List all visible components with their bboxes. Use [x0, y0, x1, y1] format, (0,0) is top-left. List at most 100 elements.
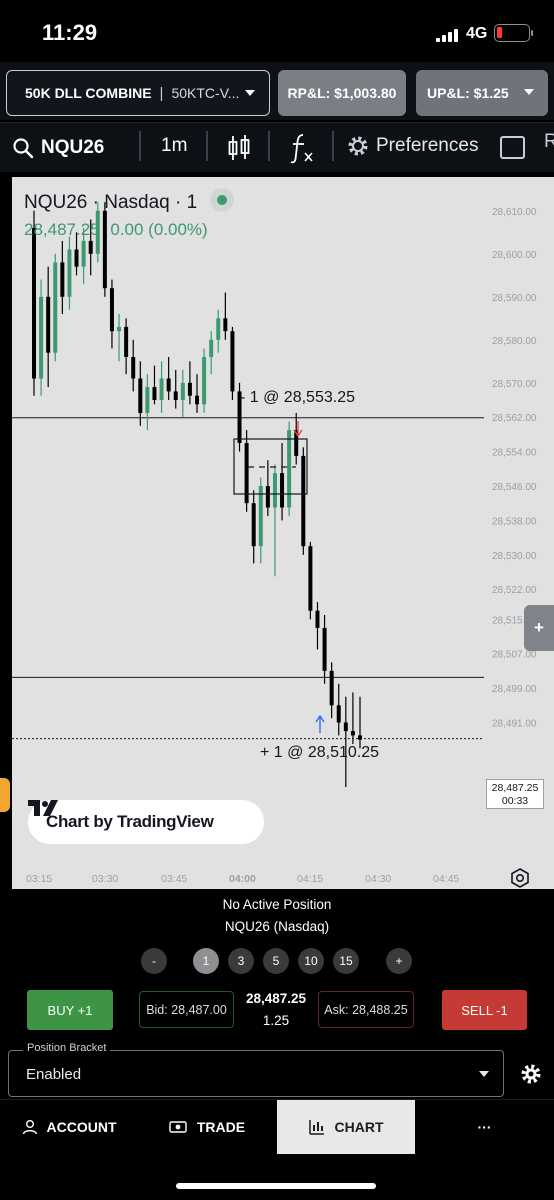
- position-bracket-select[interactable]: Position Bracket Enabled: [8, 1042, 504, 1097]
- price-axis-label: 28,546.00: [492, 482, 537, 493]
- quantity-10-button[interactable]: 10: [298, 948, 324, 974]
- candle-body: [258, 486, 263, 547]
- candle-body: [60, 262, 65, 297]
- candle-body: [180, 382, 185, 400]
- chart-toolbar: NQU26 1m Preferences R: [0, 122, 554, 172]
- indicators-icon[interactable]: [289, 132, 315, 164]
- legend-quote: 28,487.25 0.00 (0.00%): [24, 220, 208, 240]
- candle-body: [322, 627, 327, 671]
- price-axis-label: 28,491.00: [492, 719, 537, 730]
- candle-body: [187, 382, 192, 396]
- quantity-3-button[interactable]: 3: [228, 948, 254, 974]
- time-axis-label: 04:45: [433, 873, 459, 885]
- price-axis-label: 28,590.00: [492, 293, 537, 304]
- nav-trade-label: TRADE: [196, 1119, 246, 1135]
- nav-account-label: ACCOUNT: [46, 1119, 117, 1135]
- quantity-decrease-button[interactable]: -: [141, 948, 167, 974]
- toolbar-checkbox[interactable]: [500, 136, 525, 159]
- account-selector[interactable]: 50K DLL COMBINE | 50KTC-V...: [6, 70, 270, 116]
- quantity-5-button[interactable]: 5: [263, 948, 289, 974]
- quantity-1-button[interactable]: 1: [193, 948, 219, 974]
- nav-trade[interactable]: TRADE: [138, 1100, 276, 1154]
- quantity-15-button[interactable]: 15: [333, 948, 359, 974]
- nav-chart[interactable]: CHART: [277, 1100, 415, 1154]
- bid-price-button[interactable]: Bid: 28,487.00: [139, 991, 234, 1028]
- candle-body: [88, 240, 93, 254]
- user-icon: [22, 1120, 37, 1135]
- price-axis-label: 28,570.00: [492, 379, 537, 390]
- chart-settings-icon[interactable]: [509, 867, 531, 889]
- candle-body: [358, 735, 362, 740]
- candle-body: [216, 318, 221, 340]
- chart-scroll-handle[interactable]: [0, 778, 10, 812]
- preferences-label: Preferences: [376, 135, 479, 156]
- nav-account[interactable]: ACCOUNT: [0, 1100, 138, 1154]
- candle-body: [195, 395, 199, 405]
- price-axis-label: 28,538.00: [492, 516, 537, 527]
- time-axis-label: 03:15: [26, 873, 52, 885]
- candle-body: [265, 486, 270, 508]
- candle-body: [329, 670, 334, 706]
- candle-body: [32, 228, 36, 379]
- status-bar: 11:29 4G: [0, 0, 554, 62]
- position-bracket-value: Enabled: [26, 1066, 82, 1083]
- price-axis-label: 28,610.00: [492, 207, 537, 218]
- bar-countdown: 00:33: [501, 795, 529, 807]
- spread-value: 1.25: [262, 1013, 290, 1028]
- sell-button[interactable]: SELL -1: [442, 990, 527, 1030]
- candle-body: [350, 731, 355, 736]
- status-dot-icon: [209, 188, 234, 212]
- caret-down-icon: [524, 89, 534, 95]
- candle-body: [131, 357, 136, 379]
- chart-expand-button[interactable]: +: [524, 605, 554, 651]
- cash-icon: [169, 1121, 187, 1133]
- gear-icon: [348, 136, 368, 156]
- chart-bars-icon: [308, 1120, 324, 1135]
- candle-body: [166, 378, 171, 392]
- buy-order-label[interactable]: + 1 @ 28,510.25: [260, 744, 379, 762]
- sell-order-label[interactable]: - 1 @ 28,553.25: [240, 389, 355, 407]
- tradingview-logo-icon: [28, 800, 58, 816]
- symbol-search[interactable]: NQU26: [12, 133, 104, 163]
- price-axis-label: 28,562.00: [492, 413, 537, 424]
- price-axis-label: 28,580.00: [492, 336, 537, 347]
- candle-body: [53, 262, 58, 353]
- chart-canvas[interactable]: 28,620.0028,610.0028,600.0028,590.0028,5…: [12, 177, 554, 889]
- position-bracket-label: Position Bracket: [23, 1042, 111, 1054]
- tradingview-watermark[interactable]: Chart by TradingView: [28, 800, 264, 844]
- price-axis-label: 28,554.00: [492, 448, 537, 459]
- candle-body: [230, 331, 235, 392]
- price-chart[interactable]: 28,620.0028,610.0028,600.0028,590.0028,5…: [12, 177, 554, 889]
- candle-body: [301, 455, 306, 547]
- interval-button[interactable]: 1m: [161, 135, 187, 157]
- candle-body: [81, 240, 86, 267]
- time-axis-label: 04:30: [365, 873, 391, 885]
- nav-more-button[interactable]: ···: [415, 1100, 554, 1154]
- candle-body: [117, 326, 122, 332]
- search-icon: [13, 138, 34, 159]
- candle-body: [315, 610, 320, 628]
- candle-body: [272, 473, 277, 508]
- preferences-button[interactable]: Preferences: [346, 134, 478, 158]
- candle-body: [336, 705, 341, 723]
- position-symbol: NQU26 (Nasdaq): [224, 919, 330, 934]
- gear-icon[interactable]: [519, 1062, 543, 1086]
- account-divider: |: [159, 84, 164, 102]
- unrealized-pnl-badge[interactable]: UP&L: $1.25: [416, 70, 548, 116]
- chart-legend: NQU26 · Nasdaq · 1: [24, 188, 234, 214]
- candles-icon[interactable]: [227, 133, 251, 163]
- buy-button[interactable]: BUY +1: [27, 990, 113, 1030]
- price-axis-label: 28,499.00: [492, 684, 537, 695]
- last-price: 28,487.25: [245, 991, 307, 1006]
- symbol-label: NQU26: [41, 137, 105, 158]
- price-axis-label: 28,507.00: [492, 650, 537, 661]
- toolbar-divider: [139, 131, 141, 161]
- account-sub: 50KTC-V...: [171, 85, 240, 101]
- time-axis-label: 03:45: [161, 873, 187, 885]
- candle-body: [145, 387, 150, 413]
- quantity-increase-button[interactable]: +: [386, 948, 412, 974]
- ask-price-button[interactable]: Ask: 28,488.25: [318, 991, 414, 1028]
- time-axis-label: 04:15: [297, 873, 323, 885]
- battery-icon: [494, 24, 533, 42]
- legend-title: NQU26 · Nasdaq · 1: [24, 192, 198, 213]
